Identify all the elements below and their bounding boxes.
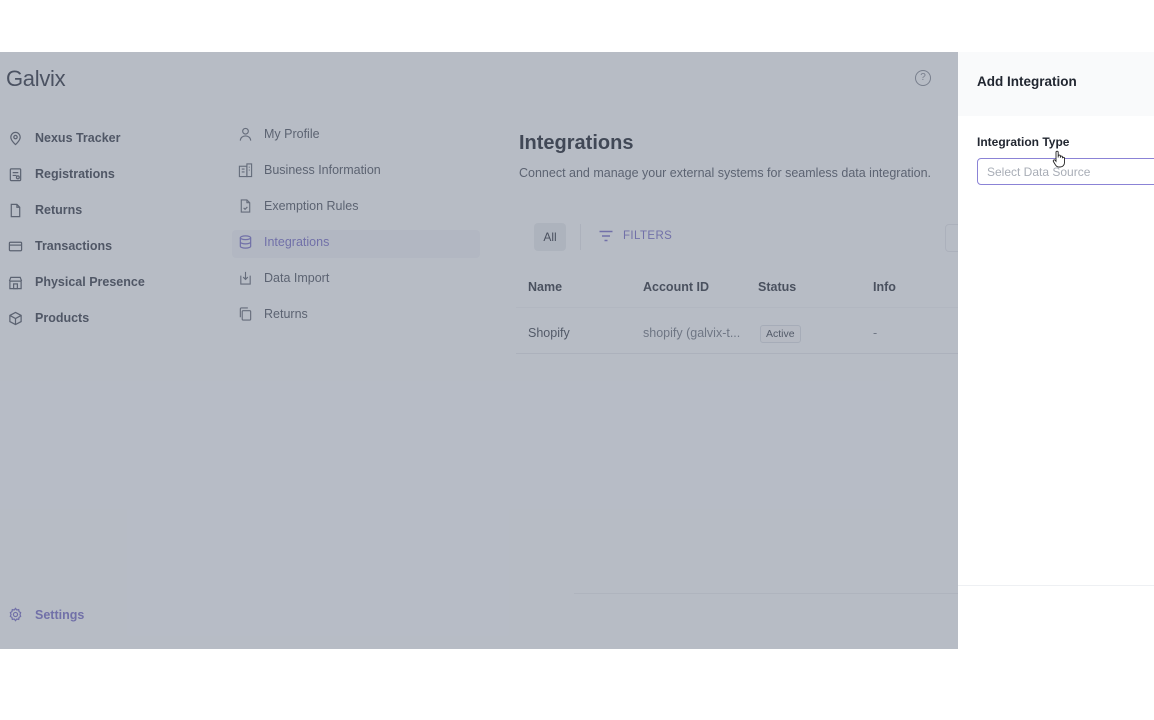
integration-type-label: Integration Type xyxy=(977,135,1070,149)
app-frame: Galvix ? Nexus Tracker Registrations Ret… xyxy=(0,52,1154,649)
hand-cursor-icon xyxy=(1052,150,1065,168)
add-integration-panel: Add Integration Integration Type xyxy=(958,52,1154,649)
modal-backdrop[interactable] xyxy=(0,52,958,649)
panel-footer-divider xyxy=(958,585,1154,586)
panel-title: Add Integration xyxy=(977,74,1077,89)
